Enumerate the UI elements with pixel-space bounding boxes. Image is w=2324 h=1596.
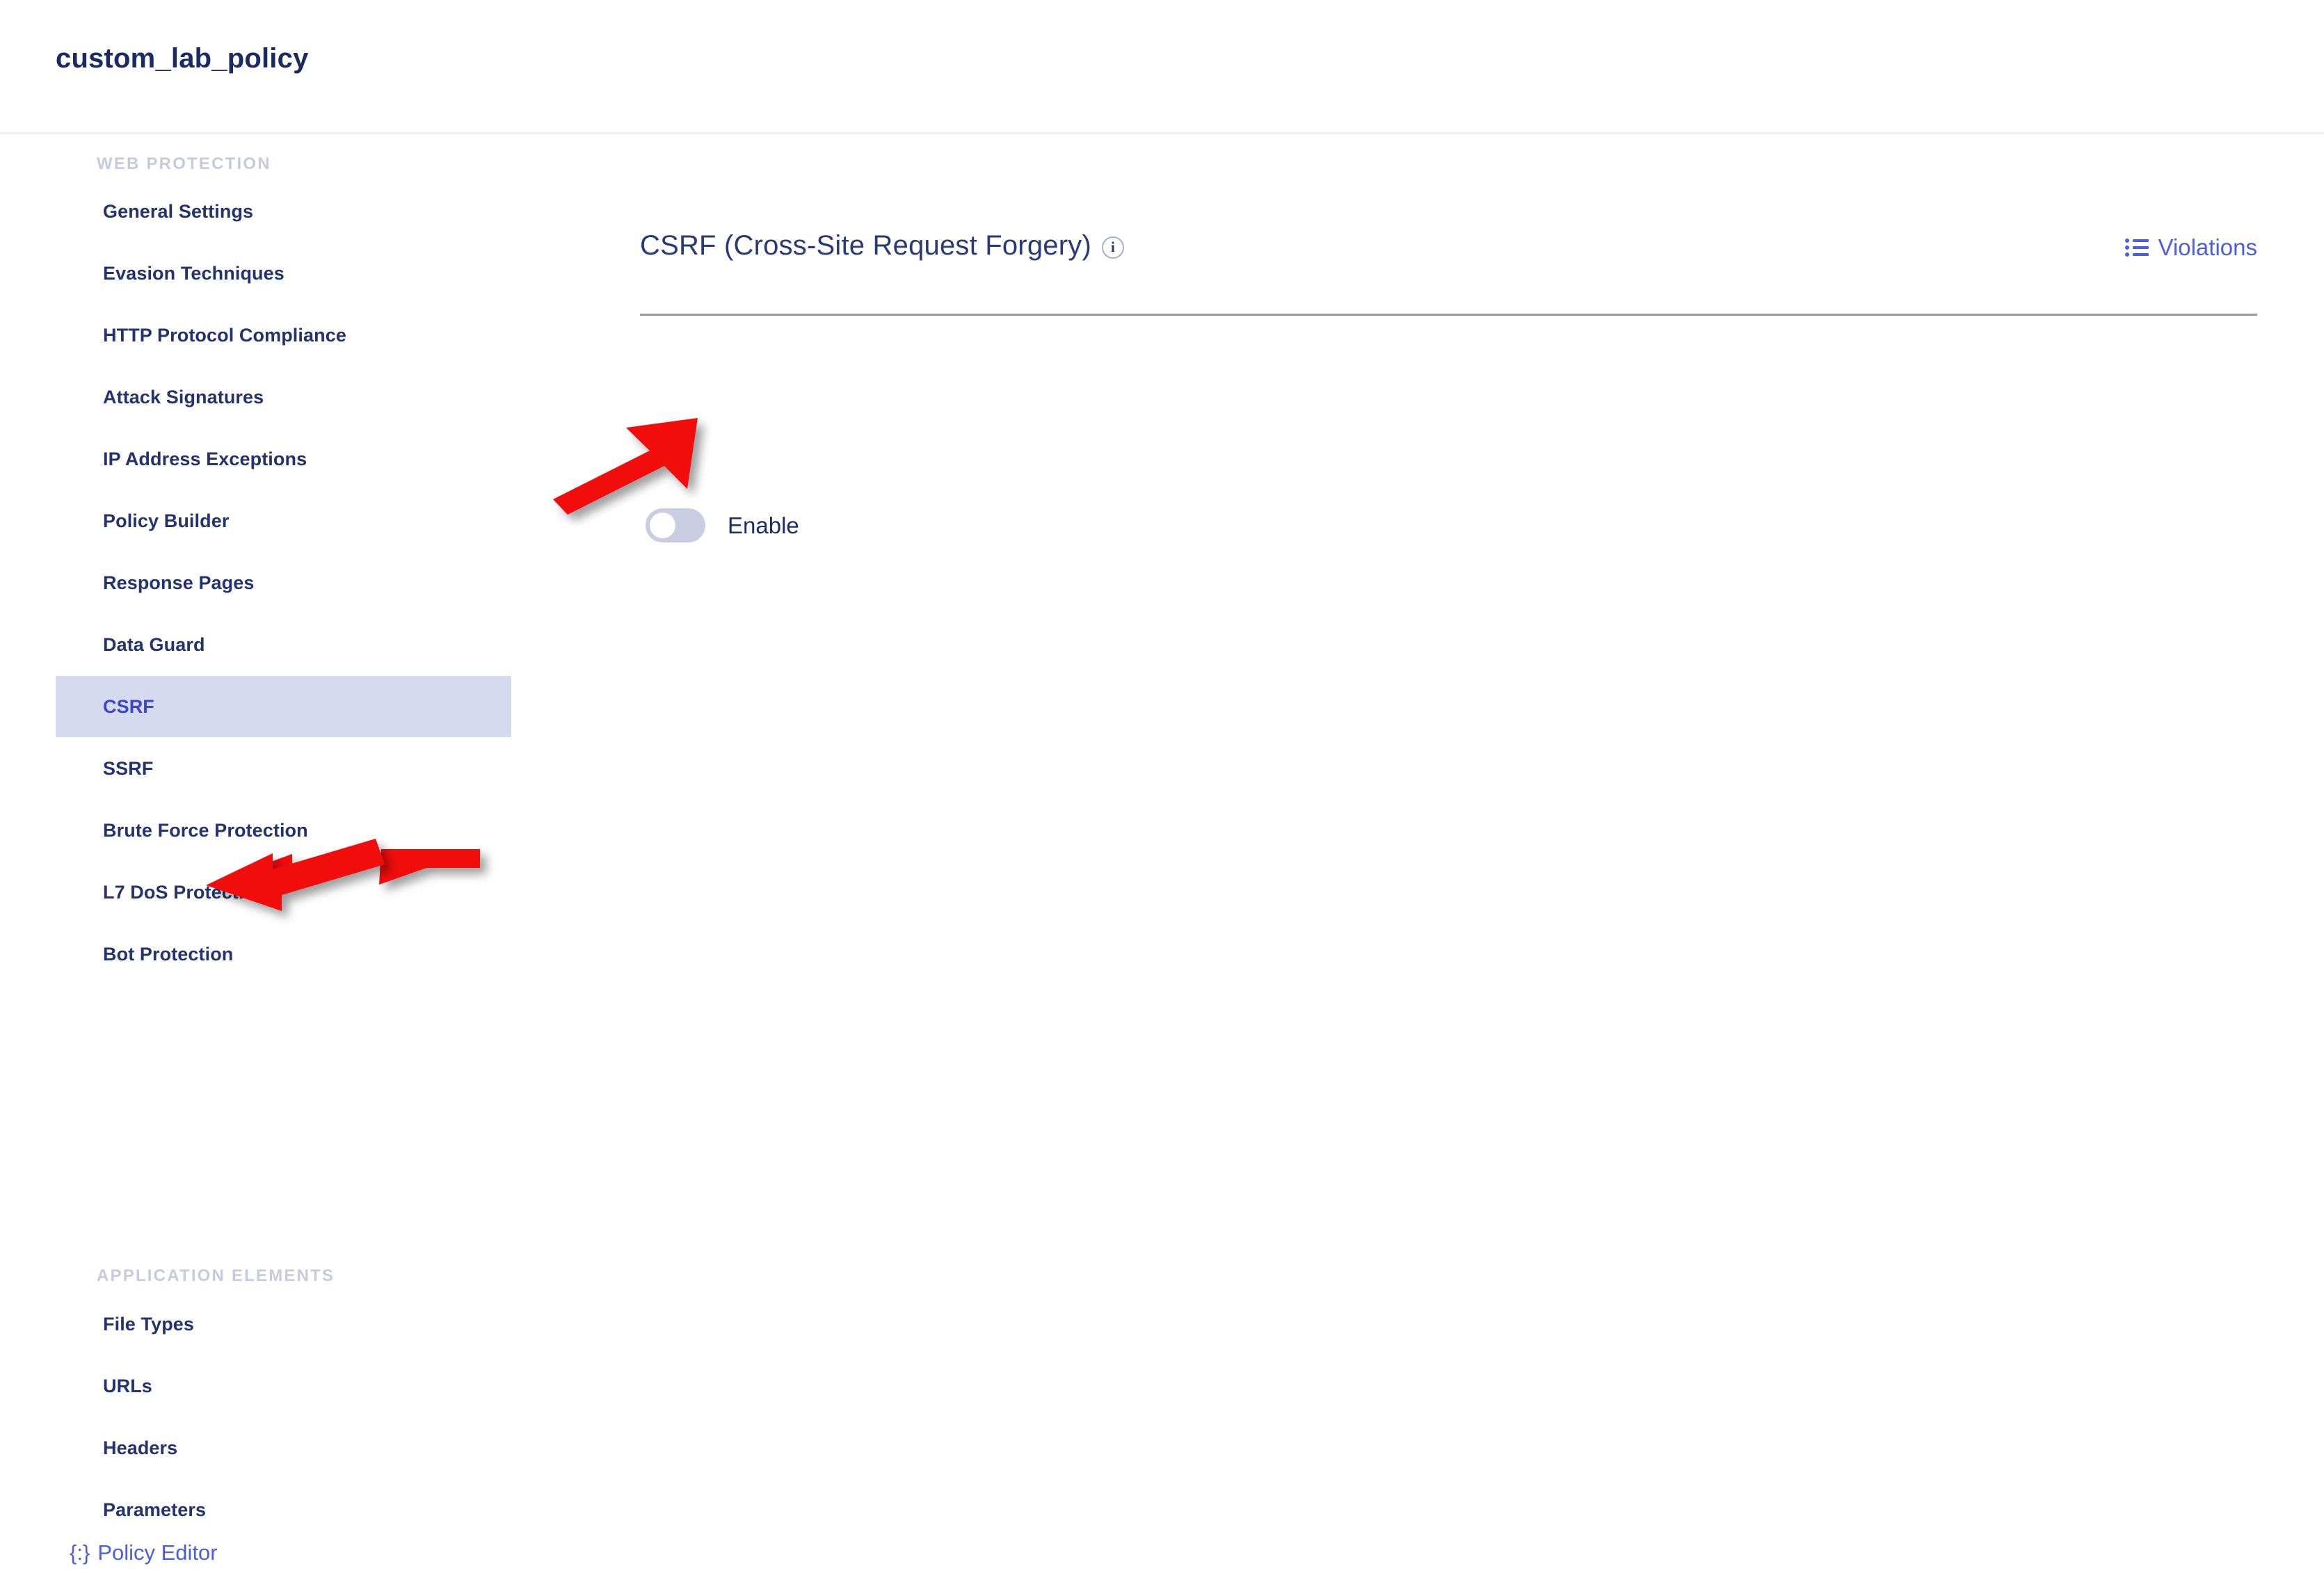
policy-editor-link[interactable]: {:} Policy Editor [70,1540,218,1565]
sidebar-item-attack-signatures[interactable]: Attack Signatures [0,366,456,428]
sidebar-item-label: Attack Signatures [103,386,264,408]
sidebar-item-brute-force-protection[interactable]: Brute Force Protection [0,800,456,861]
sidebar-item-label: File Types [103,1313,195,1335]
sidebar-item-label: Bot Protection [103,943,234,965]
list-icon [2124,238,2149,257]
app-header-bar: custom_lab_policy [0,0,2324,134]
sidebar-group-label-web-protection: WEB PROTECTION [97,154,271,173]
enable-toggle[interactable] [646,508,705,542]
sidebar-item-general-settings[interactable]: General Settings [0,181,456,242]
sidebar-item-headers[interactable]: Headers [0,1417,456,1478]
page-title: custom_lab_policy [56,43,309,74]
sidebar-item-label: Parameters [103,1499,207,1520]
toggle-knob [650,513,675,538]
enable-label: Enable [728,512,799,538]
sidebar-item-ssrf[interactable]: SSRF [0,738,456,799]
sidebar-item-label: Data Guard [103,634,205,655]
sidebar-item-response-pages[interactable]: Response Pages [0,552,456,613]
policy-editor-label: Policy Editor [97,1540,218,1565]
sidebar-item-label: L7 DoS Protection [103,881,267,903]
sidebar-item-bot-protection[interactable]: Bot Protection [0,924,456,985]
sidebar-item-label: General Settings [103,200,254,222]
section-title-text: CSRF (Cross-Site Request Forgery) [640,230,1091,261]
sidebar-item-csrf[interactable]: CSRF [56,676,511,737]
sidebar-item-label: IP Address Exceptions [103,448,307,469]
sidebar-group-label-application-elements: APPLICATION ELEMENTS [97,1266,335,1285]
sidebar-item-urls[interactable]: URLs [0,1355,456,1417]
violations-link[interactable]: Violations [2124,234,2258,261]
curly-braces-icon: {:} [70,1540,90,1565]
info-icon[interactable]: i [1101,236,1124,259]
main-content-panel: CSRF (Cross-Site Request Forgery) i Viol… [640,136,2324,1596]
sidebar-item-label: CSRF [103,695,154,717]
sidebar-item-parameters[interactable]: Parameters [0,1479,456,1540]
sidebar-item-label: Response Pages [103,572,255,593]
sidebar-item-policy-builder[interactable]: Policy Builder [0,490,456,551]
sidebar-item-l7-dos-protection[interactable]: L7 DoS Protection [0,862,456,923]
sidebar-item-label: URLs [103,1375,152,1396]
enable-toggle-row: Enable [646,508,799,542]
sidebar-item-file-types[interactable]: File Types [0,1293,456,1355]
section-title-group: CSRF (Cross-Site Request Forgery) i [640,230,1124,261]
sidebar-item-label: Headers [103,1437,178,1458]
sidebar-item-label: SSRF [103,757,154,779]
sidebar-item-label: Policy Builder [103,510,230,531]
sidebar-item-http-protocol-compliance[interactable]: HTTP Protocol Compliance [0,305,456,366]
sidebar-item-label: Evasion Techniques [103,262,285,284]
sidebar-item-evasion-techniques[interactable]: Evasion Techniques [0,243,456,304]
section-divider [640,314,2257,316]
violations-label: Violations [2158,234,2258,260]
policy-sidebar-nav: WEB PROTECTION General Settings Evasion … [0,136,570,1596]
section-header: CSRF (Cross-Site Request Forgery) i Viol… [640,230,2257,307]
sidebar-item-data-guard[interactable]: Data Guard [0,614,456,675]
sidebar-item-label: HTTP Protocol Compliance [103,324,346,346]
sidebar-item-label: Brute Force Protection [103,819,308,841]
sidebar-item-ip-address-exceptions[interactable]: IP Address Exceptions [0,428,456,490]
